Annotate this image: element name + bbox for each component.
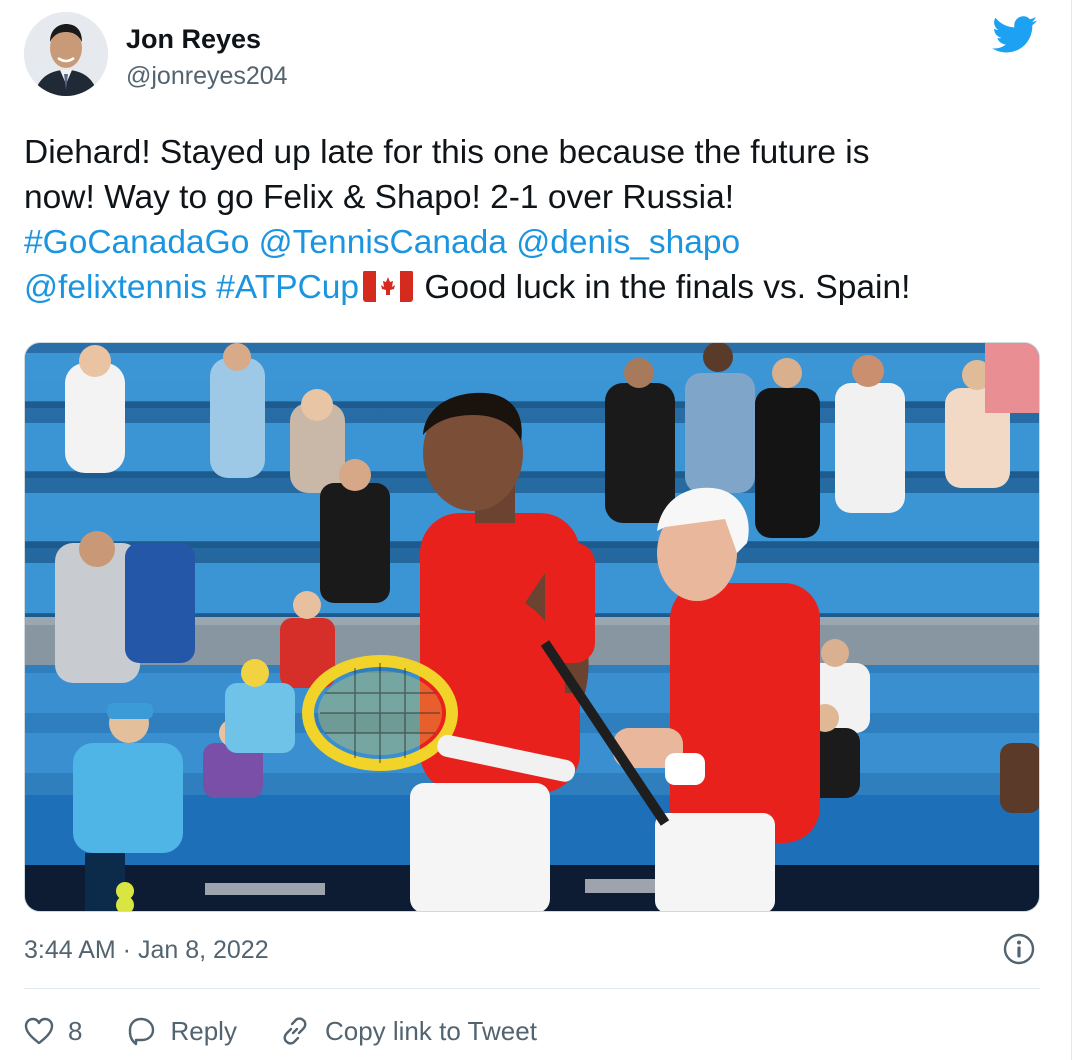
twitter-bird-icon[interactable]	[992, 16, 1038, 54]
mention-link[interactable]: @denis_shapo	[516, 224, 740, 261]
tweet-line-2: now! Way to go Felix & Shapo! 2-1 over R…	[24, 175, 1044, 220]
tweet-photo[interactable]	[24, 342, 1040, 912]
hashtag-link[interactable]: #ATPCup	[216, 269, 359, 306]
tweet-line-3: #GoCanadaGo @TennisCanada @denis_shapo	[24, 220, 1044, 265]
author-name[interactable]: Jon Reyes	[126, 22, 261, 56]
avatar[interactable]	[24, 12, 108, 96]
info-icon[interactable]	[1002, 932, 1036, 966]
copy-link-label: Copy link to Tweet	[324, 1015, 537, 1046]
tweet-space	[507, 224, 516, 261]
tweet-line-1: Diehard! Stayed up late for this one bec…	[24, 130, 1044, 175]
reply-icon	[129, 1017, 155, 1046]
tweet-text-segment: Good luck in the finals vs. Spain!	[415, 269, 911, 306]
tweet-text-segment: Diehard! Stayed up late for this one bec…	[24, 134, 870, 171]
canada-flag-icon	[363, 270, 414, 302]
like-count: 8	[68, 1015, 83, 1046]
mention-link[interactable]: @TennisCanada	[259, 224, 507, 261]
tennis-match-photo-icon	[25, 343, 1039, 911]
tweet-space	[249, 224, 258, 261]
tweet-card: Jon Reyes @jonreyes204 Diehard! Stayed u…	[0, 0, 1080, 1060]
profile-photo-icon	[24, 12, 108, 96]
heart-icon	[24, 1017, 54, 1045]
like-button[interactable]: 8	[24, 1016, 82, 1047]
tweet-line-4: @felixtennis #ATPCup Good luck in the fi…	[24, 265, 1044, 310]
tweet-space	[207, 269, 216, 306]
reply-button[interactable]: Reply	[124, 1015, 237, 1047]
card-border	[1071, 0, 1072, 1060]
tweet-text: Diehard! Stayed up late for this one bec…	[24, 130, 1044, 310]
mention-link[interactable]: @felixtennis	[24, 269, 207, 306]
tweet-actions: 8 Reply Copy link to Tweet	[24, 1006, 579, 1056]
hashtag-link[interactable]: #GoCanadaGo	[24, 224, 249, 261]
tweet-text-segment: now! Way to go Felix & Shapo! 2-1 over R…	[24, 179, 735, 216]
author-handle[interactable]: @jonreyes204	[126, 60, 288, 92]
tweet-timestamp[interactable]: 3:44 AM · Jan 8, 2022	[24, 930, 269, 970]
copy-link-button[interactable]: Copy link to Tweet	[279, 1015, 537, 1047]
reply-label: Reply	[170, 1015, 237, 1046]
footer-divider	[24, 988, 1040, 989]
link-icon	[283, 1017, 307, 1045]
